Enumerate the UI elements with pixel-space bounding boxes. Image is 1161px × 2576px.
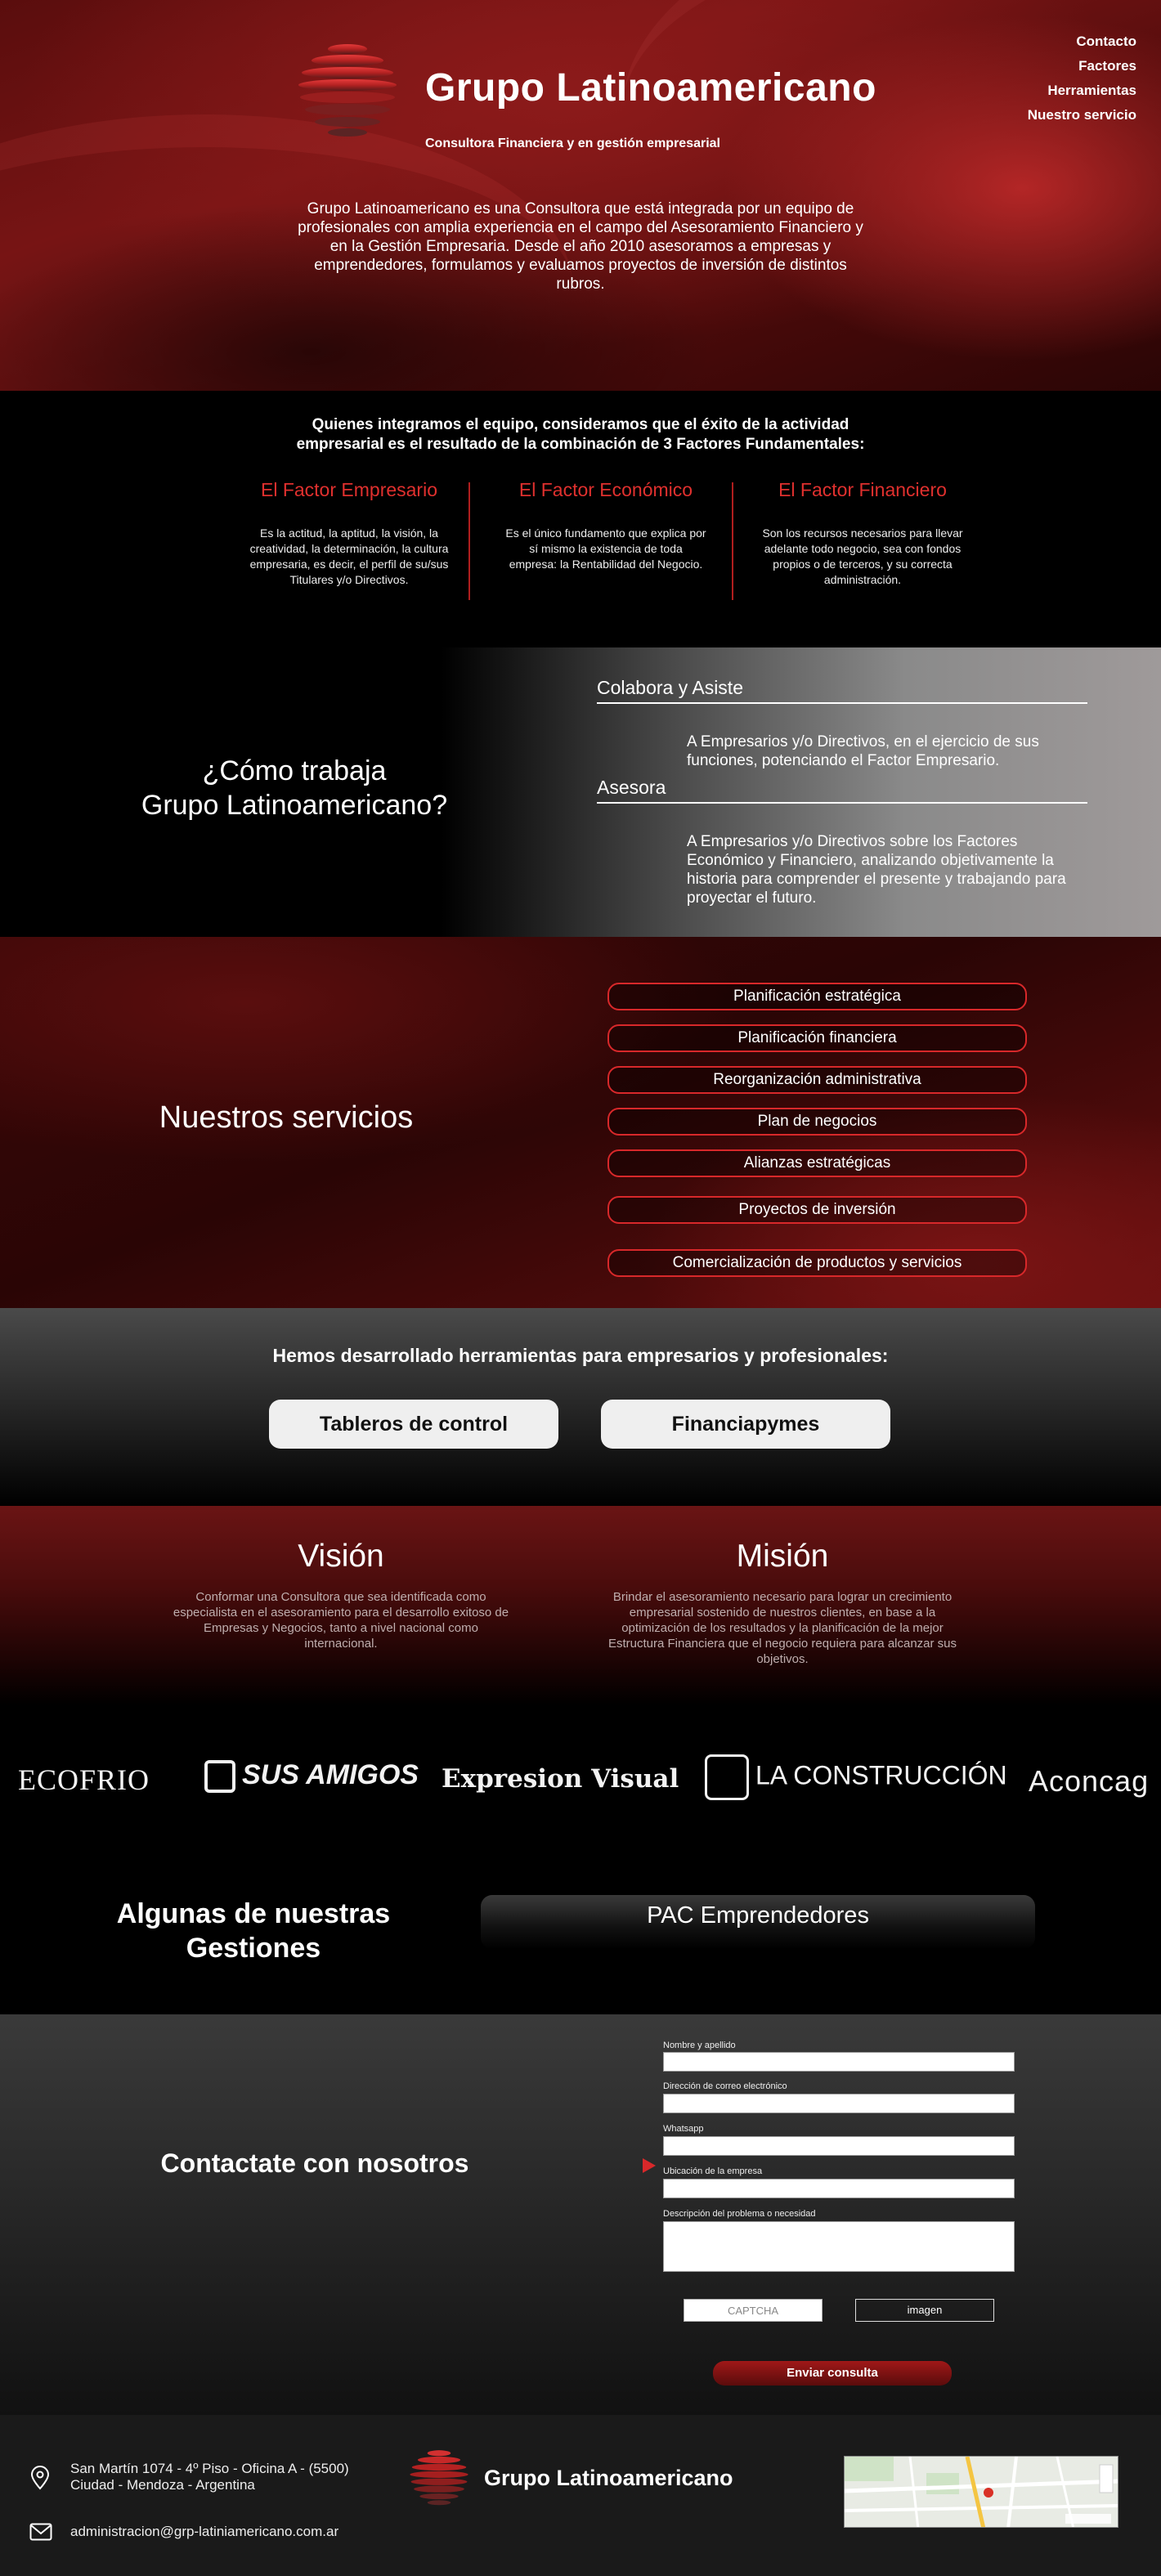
financiapymes-button[interactable]: Financiapymes [601, 1400, 890, 1449]
email-input[interactable] [663, 2094, 1015, 2113]
how-heading-colabora: Colabora y Asiste [597, 677, 1087, 704]
footer-address-line2: Ciudad - Mendoza - Argentina [70, 2477, 255, 2493]
factor-text: Son los recursos necesarios para llevar … [762, 526, 963, 586]
tools-section: Hemos desarrollado herramientas para emp… [0, 1308, 1161, 1506]
nav-nuestro-servicio[interactable]: Nuestro servicio [1028, 103, 1136, 128]
how-title: ¿Cómo trabaja Grupo Latinoamericano? [90, 754, 499, 822]
footer-email-link[interactable]: administracion@grp-latiniamericano.com.a… [70, 2524, 338, 2540]
striped-sphere-logo-icon [410, 2450, 468, 2506]
nav-herramientas[interactable]: Herramientas [1028, 78, 1136, 103]
how-heading-asesora: Asesora [597, 777, 1087, 804]
divider [468, 482, 470, 600]
ubicacion-input[interactable] [663, 2179, 1015, 2198]
brand-name: Grupo Latinoamericano [425, 66, 876, 110]
gestiones-title-line2: Gestiones [186, 1933, 321, 1964]
nav-contacto[interactable]: Contacto [1028, 29, 1136, 54]
client-logo-aconcagua: Aconcag [1029, 1764, 1150, 1798]
factor-economico: El Factor Económico Es el único fundamen… [495, 479, 716, 572]
contact-section: Contactate con nosotros Nombre y apellid… [0, 2014, 1161, 2415]
how-text-asesora: A Empresarios y/o Directivos sobre los F… [687, 833, 1066, 907]
client-logo-label: SUS AMIGOS [242, 1759, 419, 1790]
hero-description: Grupo Latinoamericano es una Consultora … [298, 200, 863, 293]
location-map[interactable] [844, 2456, 1118, 2528]
contact-title: Contactate con nosotros [160, 2148, 469, 2178]
gestiones-title: Algunas de nuestras Gestiones [82, 1897, 425, 1965]
client-logos-section: ECOFRIO SUS AMIGOS Expresion Visual LA C… [0, 1705, 1161, 1861]
sus-amigos-mark-icon [204, 1760, 235, 1794]
factor-title: El Factor Financiero [778, 479, 947, 500]
vision-mision-section: Visión Conformar una Consultora que sea … [0, 1506, 1161, 1705]
mision-title: Misión [736, 1539, 829, 1574]
service-item[interactable]: Proyectos de inversión [607, 1196, 1027, 1224]
factor-text: Es el único fundamento que explica por s… [505, 526, 706, 571]
field-label-email: Dirección de correo electrónico [663, 2081, 787, 2091]
factor-title: El Factor Empresario [260, 479, 437, 500]
how-title-line1: ¿Cómo trabaja [202, 755, 387, 786]
captcha-input[interactable]: CAPTCHA [684, 2299, 823, 2322]
footer: San Martín 1074 - 4º Piso - Oficina A - … [0, 2415, 1161, 2576]
vision-title: Visión [298, 1539, 384, 1574]
map-tiles [845, 2457, 1118, 2527]
striped-sphere-logo-icon [298, 44, 397, 137]
vision-text: Conformar una Consultora que sea identif… [173, 1590, 509, 1651]
whatsapp-input[interactable] [663, 2136, 1015, 2156]
enviar-consulta-button[interactable]: Enviar consulta [713, 2361, 952, 2386]
field-label-nombre: Nombre y apellido [663, 2041, 736, 2050]
services-section: Nuestros servicios Planificación estraté… [0, 937, 1161, 1308]
client-logo-la-construccion: LA CONSTRUCCIÓN [705, 1754, 1007, 1800]
tools-title: Hemos desarrollado herramientas para emp… [272, 1345, 889, 1366]
nombre-input[interactable] [663, 2052, 1015, 2072]
service-item[interactable]: Comercialización de productos y servicio… [607, 1249, 1027, 1277]
gestion-item[interactable]: PAC Emprendedores [481, 1895, 1035, 1949]
how-title-line2: Grupo Latinoamericano? [141, 790, 448, 821]
location-pin-icon [30, 2466, 50, 2490]
service-item[interactable]: Planificación estratégica [607, 983, 1027, 1010]
hero-section: Contacto Factores Herramientas Nuestro s… [0, 0, 1161, 391]
main-nav: Contacto Factores Herramientas Nuestro s… [1028, 29, 1136, 128]
mision-text: Brindar el asesoramiento necesario para … [607, 1590, 957, 1666]
building-icon [705, 1754, 749, 1800]
envelope-icon [29, 2523, 52, 2541]
client-logo-ecofrio: ECOFRIO [18, 1763, 150, 1796]
client-logo-sus-amigos: SUS AMIGOS [204, 1759, 419, 1794]
gestiones-title-line1: Algunas de nuestras [116, 1898, 391, 1929]
client-logo-expresion-visual: Expresion Visual [442, 1764, 679, 1794]
how-we-work-section: ¿Cómo trabaja Grupo Latinoamericano? Col… [0, 647, 1161, 937]
factor-financiero: El Factor Financiero Son los recursos ne… [752, 479, 973, 588]
descripcion-textarea[interactable] [663, 2221, 1015, 2272]
field-label-descripcion: Descripción del problema o necesidad [663, 2209, 816, 2219]
footer-brand: Grupo Latinoamericano [484, 2466, 733, 2490]
service-item[interactable]: Alianzas estratégicas [607, 1149, 1027, 1177]
services-title: Nuestros servicios [159, 1100, 414, 1135]
divider [732, 482, 733, 600]
factors-intro: Quienes integramos el equipo, consideram… [296, 416, 865, 453]
factors-section: Quienes integramos el equipo, consideram… [0, 391, 1161, 647]
factor-empresario: El Factor Empresario Es la actitud, la a… [239, 479, 459, 588]
footer-address-line1: San Martín 1074 - 4º Piso - Oficina A - … [70, 2461, 349, 2476]
how-text-colabora: A Empresarios y/o Directivos, en el ejer… [687, 733, 1039, 769]
field-label-whatsapp: Whatsapp [663, 2124, 704, 2134]
brand-tagline: Consultora Financiera y en gestión empre… [425, 137, 720, 150]
captcha-image: imagen [855, 2299, 994, 2322]
factor-title: El Factor Económico [518, 479, 693, 500]
nav-factores[interactable]: Factores [1028, 54, 1136, 78]
service-item[interactable]: Planificación financiera [607, 1024, 1027, 1052]
tableros-de-control-button[interactable]: Tableros de control [269, 1400, 558, 1449]
client-logo-label: LA CONSTRUCCIÓN [755, 1760, 1007, 1790]
triangle-arrow-icon [643, 2158, 656, 2173]
field-label-ubicacion: Ubicación de la empresa [663, 2166, 763, 2176]
factor-text: Es la actitud, la aptitud, la visión, la… [249, 526, 449, 586]
service-item[interactable]: Plan de negocios [607, 1108, 1027, 1136]
gestiones-section: Algunas de nuestras Gestiones PAC Empren… [0, 1861, 1161, 2014]
service-item[interactable]: Reorganización administrativa [607, 1066, 1027, 1094]
